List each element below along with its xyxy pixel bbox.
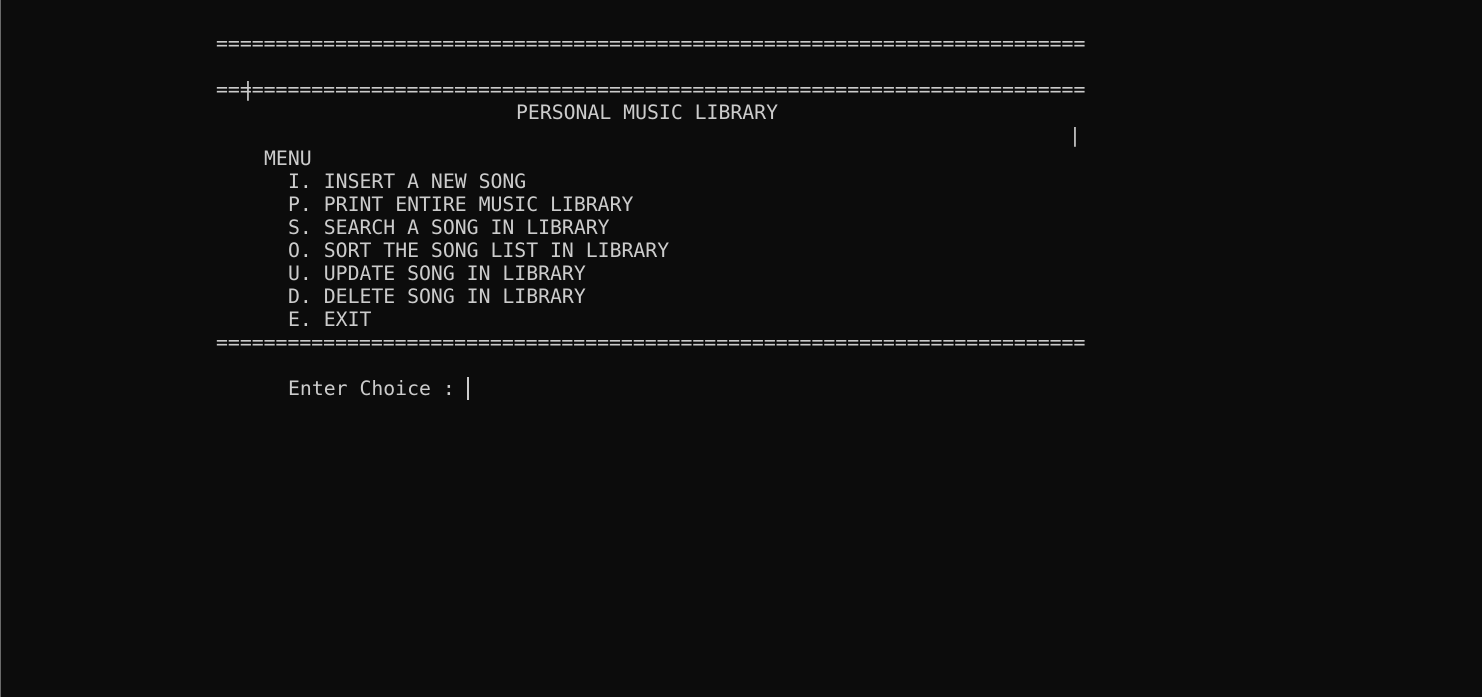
choice-prompt-label: Enter Choice : (288, 377, 455, 400)
menu-item-key: S. (288, 216, 312, 239)
menu-bottom-rule: ========================================… (216, 331, 1086, 354)
header-top-rule: ========================================… (216, 32, 1086, 55)
menu-item-label: EXIT (323, 308, 372, 331)
menu-item-exit: E. EXIT (288, 308, 371, 331)
menu-item-search: S. SEARCH A SONG IN LIBRARY (288, 216, 610, 239)
menu-item-update: U. UPDATE SONG IN LIBRARY (288, 262, 586, 285)
menu-item-label: SEARCH A SONG IN LIBRARY (323, 216, 610, 239)
header-right-pipe: | (1069, 124, 1081, 147)
header-title-row: | PERSONAL MUSIC LIBRARY | (216, 55, 1092, 147)
menu-item-key: E. (288, 308, 312, 331)
menu-item-delete: D. DELETE SONG IN LIBRARY (288, 285, 586, 308)
text-cursor[interactable] (467, 377, 469, 400)
menu-item-label: DELETE SONG IN LIBRARY (323, 285, 586, 308)
menu-item-key: P. (288, 193, 312, 216)
header-bottom-rule: ========================================… (216, 78, 1086, 101)
page-title: PERSONAL MUSIC LIBRARY (516, 101, 779, 124)
menu-item-key: D. (288, 285, 312, 308)
menu-item-label: PRINT ENTIRE MUSIC LIBRARY (323, 193, 634, 216)
menu-item-key: I. (288, 170, 312, 193)
menu-heading: MENU (264, 147, 312, 170)
menu-item-key: O. (288, 239, 312, 262)
menu-item-label: UPDATE SONG IN LIBRARY (323, 262, 586, 285)
menu-item-label: SORT THE SONG LIST IN LIBRARY (323, 239, 670, 262)
menu-item-print: P. PRINT ENTIRE MUSIC LIBRARY (288, 193, 633, 216)
terminal-console: ========================================… (216, 0, 1216, 697)
menu-item-sort: O. SORT THE SONG LIST IN LIBRARY (288, 239, 669, 262)
menu-item-label: INSERT A NEW SONG (323, 170, 527, 193)
menu-item-key: U. (288, 262, 312, 285)
menu-item-insert: I. INSERT A NEW SONG (288, 170, 526, 193)
